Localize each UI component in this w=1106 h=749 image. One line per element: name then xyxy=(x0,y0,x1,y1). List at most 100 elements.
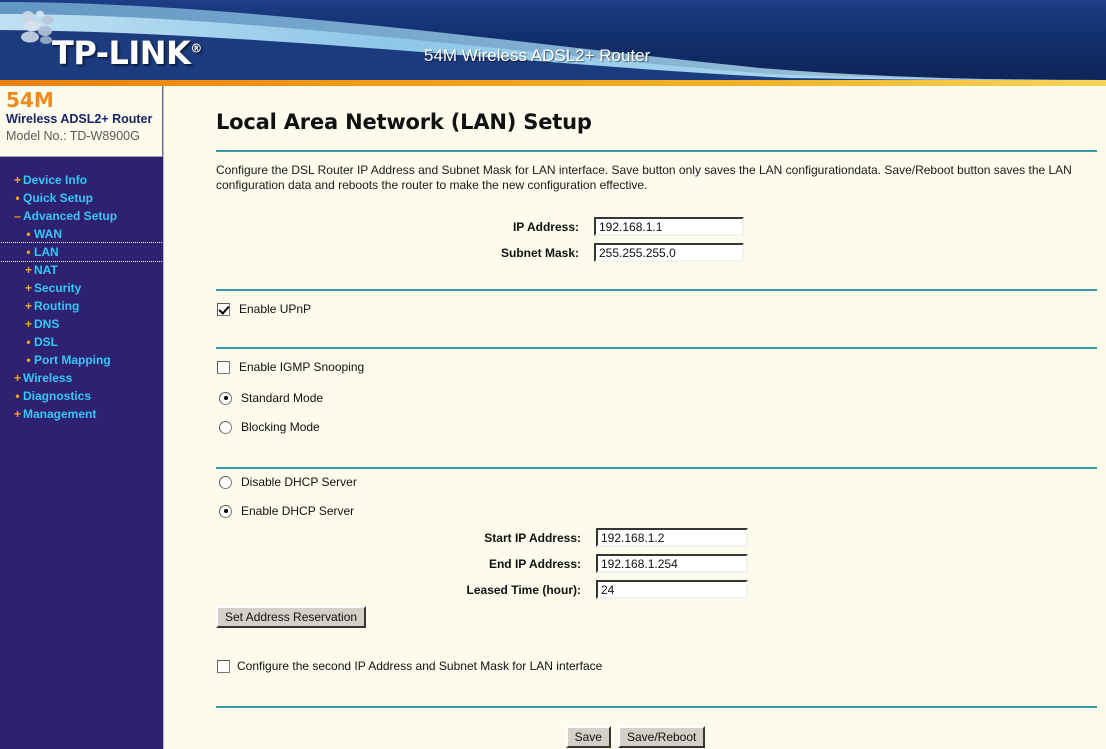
standard-mode-row[interactable]: Standard Mode xyxy=(219,391,323,405)
sidebar-item-diagnostics[interactable]: • Diagnostics xyxy=(0,387,163,405)
menu-bullet-icon: + xyxy=(13,173,21,187)
menu-bullet-icon: • xyxy=(15,191,20,205)
sidebar-item-label: Wireless xyxy=(23,371,73,385)
second-ip-checkbox[interactable] xyxy=(217,659,230,673)
sidebar-item-label: Management xyxy=(23,407,97,421)
enable-upnp-label: Enable UPnP xyxy=(239,302,312,316)
sidebar-item-nat[interactable]: + NAT xyxy=(0,261,163,279)
start-ip-input[interactable] xyxy=(596,528,748,547)
sidebar-menu: + Device Info • Quick Setup – Advanced Setup •… xyxy=(0,171,164,423)
save-reboot-button[interactable]: Save/Reboot xyxy=(617,726,706,748)
sidebar-item-routing[interactable]: + Routing xyxy=(0,297,163,315)
sidebar-item-security[interactable]: + Security xyxy=(0,279,163,297)
subnet-mask-label: Subnet Mask: xyxy=(500,245,579,260)
enable-igmp-checkbox[interactable] xyxy=(217,360,230,374)
divider-above-igmp xyxy=(216,347,1097,349)
sidebar-item-label: WAN xyxy=(34,227,62,241)
brand-product-label: Wireless ADSL2+ Router xyxy=(6,112,153,126)
sidebar-item-device-info[interactable]: + Device Info xyxy=(0,171,163,189)
leased-time-row: Leased Time (hour): xyxy=(216,580,748,599)
set-address-reservation-button[interactable]: Set Address Reservation xyxy=(216,606,367,628)
enable-dhcp-row[interactable]: Enable DHCP Server xyxy=(219,504,354,518)
product-title: 54M Wireless ADSL2+ Router xyxy=(424,46,651,65)
subnet-mask-input[interactable] xyxy=(594,243,744,262)
second-ip-row[interactable]: Configure the second IP Address and Subn… xyxy=(217,659,602,673)
sidebar-item-advanced-setup[interactable]: – Advanced Setup xyxy=(0,207,163,225)
sidebar-item-port-mapping[interactable]: • Port Mapping xyxy=(0,351,163,369)
menu-bullet-icon: + xyxy=(13,407,21,421)
brand-speed-label: 54M xyxy=(6,88,54,112)
enable-upnp-row[interactable]: Enable UPnP xyxy=(217,302,311,316)
divider-above-dhcp xyxy=(216,467,1097,469)
form-button-bar: Save Save/Reboot xyxy=(164,726,1106,748)
sidebar-item-label: LAN xyxy=(34,245,59,259)
end-ip-row: End IP Address: xyxy=(216,554,748,573)
start-ip-label: Start IP Address: xyxy=(484,530,581,545)
sidebar-item-label: Diagnostics xyxy=(23,389,92,403)
blocking-mode-label: Blocking Mode xyxy=(241,420,320,434)
brand-model-label: Model No.: TD-W8900G xyxy=(6,129,140,143)
end-ip-input[interactable] xyxy=(596,554,748,573)
enable-igmp-row[interactable]: Enable IGMP Snooping xyxy=(217,360,364,374)
menu-bullet-icon: + xyxy=(24,299,32,313)
enable-igmp-label: Enable IGMP Snooping xyxy=(239,360,365,374)
subnet-mask-row: Subnet Mask: xyxy=(216,243,744,262)
blocking-mode-radio[interactable] xyxy=(219,420,232,434)
standard-mode-radio[interactable] xyxy=(219,391,232,405)
sidebar-item-lan[interactable]: • LAN xyxy=(0,242,164,262)
sidebar-item-label: DNS xyxy=(34,317,60,331)
disable-dhcp-label: Disable DHCP Server xyxy=(241,475,357,489)
start-ip-row: Start IP Address: xyxy=(216,528,748,547)
sidebar-item-label: Security xyxy=(34,281,82,295)
sidebar-item-management[interactable]: + Management xyxy=(0,405,163,423)
blocking-mode-row[interactable]: Blocking Mode xyxy=(219,420,320,434)
sidebar-item-label: Advanced Setup xyxy=(23,209,118,223)
ip-address-input[interactable] xyxy=(594,217,744,236)
disable-dhcp-radio[interactable] xyxy=(219,475,232,489)
sidebar-item-wan[interactable]: • WAN xyxy=(0,225,163,243)
sidebar: 54M Wireless ADSL2+ Router Model No.: TD… xyxy=(0,86,164,749)
sidebar-item-label: Device Info xyxy=(23,173,88,187)
divider-above-buttons xyxy=(216,706,1097,708)
sidebar-brand-box: 54M Wireless ADSL2+ Router Model No.: TD… xyxy=(0,86,163,157)
menu-bullet-icon: + xyxy=(24,281,32,295)
sidebar-item-label: Routing xyxy=(34,299,80,313)
divider-under-title xyxy=(216,150,1097,152)
tp-link-logo: TP-LINK® xyxy=(14,8,274,72)
registered-trademark-icon: ® xyxy=(190,41,202,56)
disable-dhcp-row[interactable]: Disable DHCP Server xyxy=(219,475,357,489)
standard-mode-label: Standard Mode xyxy=(241,391,324,405)
leased-time-input[interactable] xyxy=(596,580,748,599)
menu-bullet-icon: • xyxy=(26,335,31,349)
menu-bullet-icon: • xyxy=(26,227,31,241)
end-ip-label: End IP Address: xyxy=(488,556,581,571)
page-description: Configure the DSL Router IP Address and … xyxy=(216,163,1072,192)
page-header: TP-LINK® 54M Wireless ADSL2+ Router xyxy=(0,0,1106,80)
page-title: Local Area Network (LAN) Setup xyxy=(216,110,592,134)
tp-link-wordmark: TP-LINK® xyxy=(52,34,202,72)
sidebar-item-quick-setup[interactable]: • Quick Setup xyxy=(0,189,163,207)
menu-bullet-icon: + xyxy=(24,263,32,277)
ip-address-row: IP Address: xyxy=(216,217,744,236)
menu-bullet-icon: – xyxy=(14,209,21,223)
save-button[interactable]: Save xyxy=(565,726,611,748)
main-content: Local Area Network (LAN) Setup Configure… xyxy=(163,86,1106,749)
logo-text-label: TP-LINK xyxy=(52,34,191,72)
ip-address-label: IP Address: xyxy=(512,219,579,234)
sidebar-item-label: Quick Setup xyxy=(23,191,94,205)
menu-bullet-icon: + xyxy=(24,317,32,331)
router-admin-page: TP-LINK® 54M Wireless ADSL2+ Router 54M … xyxy=(0,0,1106,749)
menu-bullet-icon: • xyxy=(15,389,20,403)
menu-bullet-icon: + xyxy=(13,371,21,385)
sidebar-item-wireless[interactable]: + Wireless xyxy=(0,369,163,387)
enable-dhcp-radio[interactable] xyxy=(219,504,232,518)
divider-above-upnp xyxy=(216,289,1097,291)
sidebar-item-label: DSL xyxy=(34,335,58,349)
sidebar-item-label: Port Mapping xyxy=(34,353,111,367)
sidebar-item-dsl[interactable]: • DSL xyxy=(0,333,163,351)
sidebar-item-dns[interactable]: + DNS xyxy=(0,315,163,333)
menu-bullet-icon: • xyxy=(26,353,31,367)
enable-dhcp-label: Enable DHCP Server xyxy=(241,504,355,518)
enable-upnp-checkbox[interactable] xyxy=(217,302,230,316)
menu-bullet-icon: • xyxy=(26,245,31,259)
